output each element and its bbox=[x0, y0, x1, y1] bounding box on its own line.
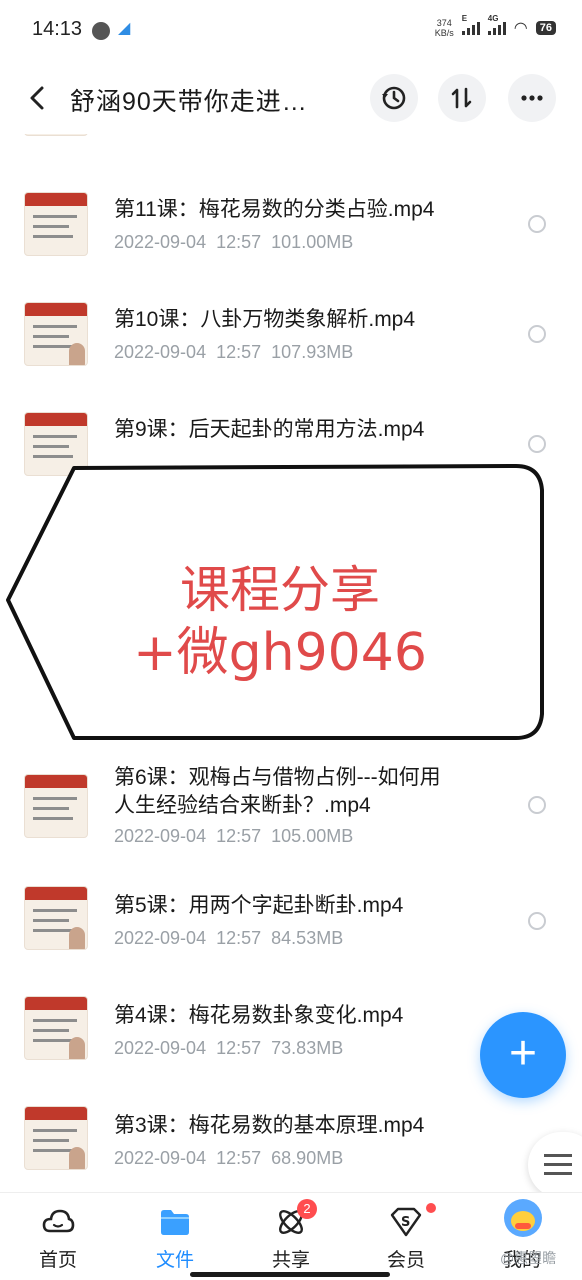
file-name: 第3课：梅花易数的基本原理.mp4 bbox=[114, 1114, 425, 1137]
list-item[interactable]: 第11课：梅花易数的分类占验.mp4 2022-09-04 12:57 101.… bbox=[0, 182, 582, 282]
file-meta: 2022-09-04 12:57 73.83MB bbox=[114, 1038, 344, 1058]
cloud-icon bbox=[42, 1209, 75, 1233]
back-icon[interactable] bbox=[24, 80, 52, 116]
list-item[interactable]: 第5课：用两个字起卦断卦.mp4 2022-09-04 12:57 84.53M… bbox=[0, 886, 582, 986]
signal-sim2-icon: 4G bbox=[487, 14, 506, 35]
video-thumbnail bbox=[24, 134, 88, 136]
vip-icon: S bbox=[390, 1207, 422, 1237]
file-name: 第9课：后天起卦的常用方法.mp4 bbox=[114, 418, 425, 441]
video-thumbnail bbox=[24, 302, 88, 366]
list-item[interactable]: 第10课：八卦万物类象解析.mp4 2022-09-04 12:57 107.9… bbox=[0, 292, 582, 392]
select-checkbox[interactable] bbox=[528, 796, 546, 814]
wechat-icon bbox=[92, 22, 110, 40]
file-meta: 2022-09-04 12:57 107.93MB bbox=[114, 342, 354, 362]
send-app-icon: ◢ bbox=[118, 20, 131, 37]
more-button[interactable] bbox=[508, 74, 556, 122]
video-thumbnail bbox=[24, 774, 88, 838]
status-bar: 14:13 ◢ 374 KB/s E 4G ◠ 76 bbox=[0, 0, 582, 62]
svg-text:S: S bbox=[401, 1215, 410, 1230]
file-meta: 2022-09-04 12:57 68.90MB bbox=[114, 1148, 344, 1168]
nav-vip[interactable]: S 会员 bbox=[356, 1193, 456, 1280]
file-name: 第11课：梅花易数的分类占验.mp4 bbox=[114, 198, 435, 221]
page-title: 舒涵90天带你走进… bbox=[70, 88, 308, 116]
file-name: 第4课：梅花易数卦象变化.mp4 bbox=[114, 1004, 404, 1027]
list-item[interactable]: 第6课：观梅占与借物占例---如何用 人生经验结合来断卦？.mp4 2022-0… bbox=[0, 760, 582, 872]
file-meta: 2022-09-04 12:57 101.00MB bbox=[114, 232, 354, 252]
bottom-nav: 首页 文件 2 共享 S 会员 我的 bbox=[0, 1192, 582, 1280]
avatar bbox=[504, 1199, 542, 1237]
share-badge: 2 bbox=[297, 1199, 317, 1219]
history-button[interactable] bbox=[370, 74, 418, 122]
notification-icons: ◢ bbox=[92, 20, 136, 40]
sort-icon bbox=[451, 87, 472, 109]
nav-home[interactable]: 首页 bbox=[8, 1193, 108, 1280]
more-icon bbox=[521, 95, 543, 101]
home-indicator[interactable] bbox=[190, 1272, 390, 1277]
nav-vip-label: 会员 bbox=[386, 1250, 425, 1271]
nav-files-label: 文件 bbox=[155, 1250, 194, 1271]
file-meta: 2022-09-04 12:57 84.53MB bbox=[114, 928, 344, 948]
promo-overlay: 课程分享 +微gh9046 bbox=[0, 462, 548, 742]
nav-home-label: 首页 bbox=[38, 1250, 77, 1271]
file-name-line2: 人生经验结合来断卦？.mp4 bbox=[114, 794, 371, 817]
video-thumbnail bbox=[24, 192, 88, 256]
video-thumbnail bbox=[24, 1106, 88, 1170]
watermark: @惠曌瞻 bbox=[500, 1250, 557, 1266]
select-checkbox[interactable] bbox=[528, 325, 546, 343]
select-checkbox[interactable] bbox=[528, 912, 546, 930]
list-item[interactable]: 第3课：梅花易数的基本原理.mp4 2022-09-04 12:57 68.90… bbox=[0, 1106, 582, 1190]
overlay-text-line2: +微gh9046 bbox=[133, 623, 427, 683]
header: 舒涵90天带你走进… bbox=[0, 62, 582, 134]
nav-share[interactable]: 2 共享 bbox=[241, 1193, 341, 1280]
select-checkbox[interactable] bbox=[528, 215, 546, 233]
video-thumbnail bbox=[24, 886, 88, 950]
sort-button[interactable] bbox=[438, 74, 486, 122]
history-icon bbox=[382, 86, 406, 110]
nav-files[interactable]: 文件 bbox=[125, 1193, 225, 1280]
add-button[interactable]: + bbox=[480, 1012, 566, 1098]
status-time: 14:13 bbox=[32, 18, 83, 40]
battery-level: 76 bbox=[535, 21, 556, 35]
video-thumbnail bbox=[24, 996, 88, 1060]
vip-dot bbox=[426, 1203, 436, 1213]
net-speed: 374 KB/s bbox=[434, 18, 454, 38]
list-item-partial[interactable] bbox=[0, 134, 582, 146]
select-checkbox[interactable] bbox=[528, 435, 546, 453]
file-meta: 2022-09-04 12:57 105.00MB bbox=[114, 826, 354, 846]
nav-share-label: 共享 bbox=[271, 1250, 310, 1271]
status-indicators: 374 KB/s E 4G ◠ 76 bbox=[434, 14, 556, 38]
wifi-icon: ◠ bbox=[513, 20, 528, 37]
file-name: 第10课：八卦万物类象解析.mp4 bbox=[114, 308, 416, 331]
file-name-line1: 第6课：观梅占与借物占例---如何用 bbox=[114, 766, 441, 789]
signal-sim1-icon: E bbox=[461, 14, 480, 35]
folder-icon bbox=[161, 1210, 189, 1235]
file-name: 第5课：用两个字起卦断卦.mp4 bbox=[114, 894, 404, 917]
